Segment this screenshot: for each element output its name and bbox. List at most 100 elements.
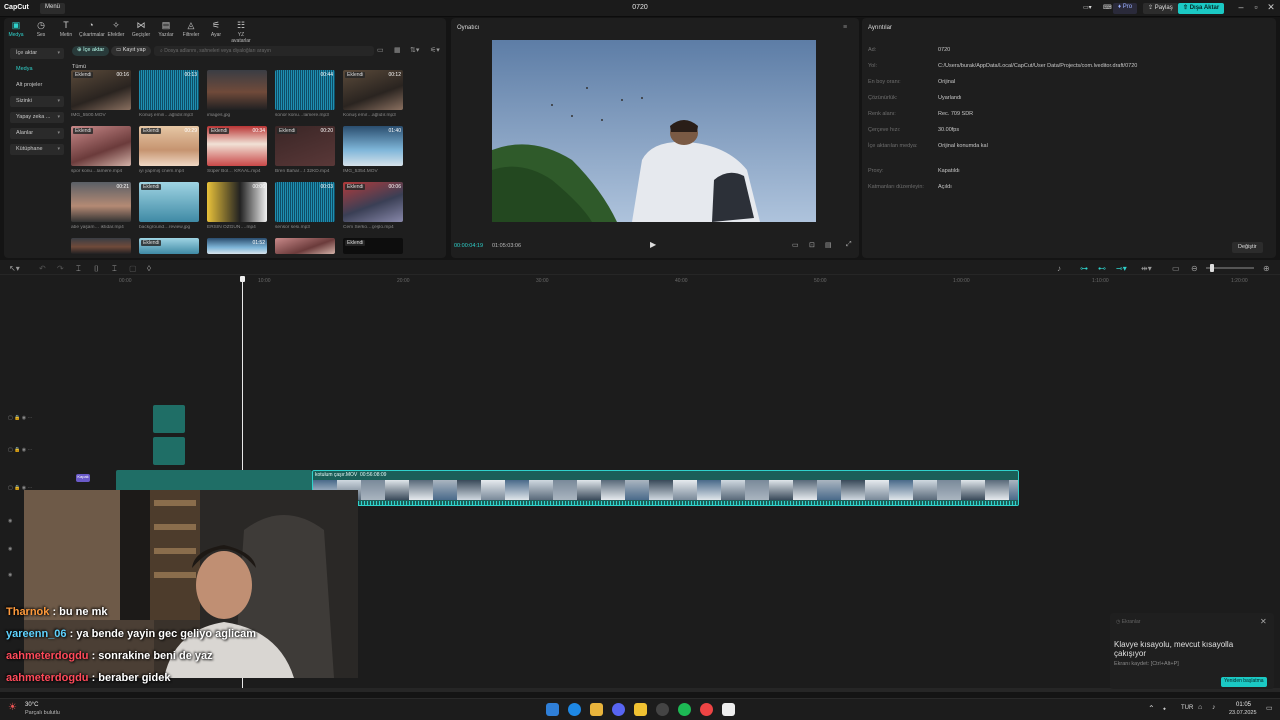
sidebar-item[interactable]: Medya: [10, 64, 64, 75]
preview-quality-icon[interactable]: ▭: [792, 241, 799, 249]
sidebar-item[interactable]: Sizinki ▾: [10, 96, 64, 107]
folder-icon[interactable]: ▭: [377, 46, 384, 54]
link-icon[interactable]: ⊶: [1080, 264, 1088, 273]
split-left-icon[interactable]: ⌷: [94, 264, 99, 274]
main-video-clip[interactable]: kotulum çaşır.MOV 00:56:08:09: [312, 470, 1019, 506]
player-menu-icon[interactable]: ≡: [843, 24, 847, 31]
media-thumbnail[interactable]: 00:44: [275, 70, 335, 110]
media-thumbnail[interactable]: Eklendi 00:20: [275, 126, 335, 166]
select-tool-icon[interactable]: ↖▾: [9, 264, 20, 273]
magnet-icon[interactable]: ⊷: [1098, 264, 1106, 273]
start-icon[interactable]: [546, 703, 559, 716]
overlay-clip[interactable]: [153, 437, 185, 465]
split-icon[interactable]: ⌶: [76, 264, 81, 274]
media-thumbnail[interactable]: [71, 238, 131, 254]
import-button[interactable]: ⊕ İçe aktar: [72, 46, 110, 56]
weather-icon[interactable]: ☀: [8, 702, 17, 713]
media-thumbnail[interactable]: Eklendi 00:06: [343, 182, 403, 222]
pro-button[interactable]: ♦ Pro: [1113, 3, 1138, 14]
media-thumbnail[interactable]: 00:06: [207, 182, 267, 222]
volume-icon[interactable]: ♪: [1212, 704, 1216, 711]
preview-axis-icon[interactable]: ⇹▾: [1141, 264, 1152, 273]
media-thumbnail[interactable]: 01:40: [343, 126, 403, 166]
media-thumbnail[interactable]: Eklendi: [343, 238, 403, 254]
tab-filter[interactable]: ◬ Filtreler: [179, 20, 203, 38]
layout-icon[interactable]: ▭▾: [1078, 3, 1097, 14]
media-search-input[interactable]: ⌕ Dosya adlarını, sahneleri veya diyaloğ…: [154, 46, 374, 56]
redo-icon[interactable]: ↷: [57, 264, 64, 273]
cover-button[interactable]: Kapak: [76, 474, 90, 482]
sidebar-item[interactable]: Alanlar ▾: [10, 128, 64, 139]
share-button[interactable]: ⇪ Paylaş: [1143, 3, 1178, 14]
tray-chevron-icon[interactable]: ⌃: [1148, 704, 1155, 713]
timeline-scrollbar[interactable]: [0, 688, 1280, 692]
spotify-icon[interactable]: [678, 703, 691, 716]
track-controls[interactable]: ▢ 🔒 ◉ ⋯: [8, 415, 32, 421]
play-icon[interactable]: ▶: [650, 240, 656, 249]
menu-button[interactable]: Menü: [40, 3, 66, 14]
media-thumbnail[interactable]: Eklendi: [71, 126, 131, 166]
sidebar-item[interactable]: Alt projeler: [10, 80, 64, 91]
export-button[interactable]: ⇧ Dışa Aktar: [1178, 3, 1225, 14]
clock-time[interactable]: 01:05: [1236, 702, 1251, 708]
sidebar-item[interactable]: Kütüphane ▾: [10, 144, 64, 155]
tab-media[interactable]: ▣ Medya: [4, 20, 28, 38]
capcut-icon[interactable]: [722, 703, 735, 716]
split-right-icon[interactable]: ⌶: [112, 264, 117, 274]
fullscreen-timeline-icon[interactable]: ▭: [1172, 264, 1180, 273]
tab-captions[interactable]: ▤ Yazılar: [154, 20, 178, 38]
toast-close-icon[interactable]: ✕: [1260, 617, 1267, 626]
delete-icon[interactable]: ▢: [129, 264, 137, 273]
toast-button[interactable]: Yeniden başlatma: [1221, 677, 1267, 687]
media-thumbnail[interactable]: Eklendi: [139, 182, 199, 222]
explorer-icon[interactable]: [590, 703, 603, 716]
zoom-slider-handle[interactable]: [1210, 264, 1214, 272]
close-icon[interactable]: ✕: [1264, 2, 1278, 13]
snap-icon[interactable]: ⊸▾: [1116, 264, 1127, 273]
tab-adjust[interactable]: ⚟ Ayar: [204, 20, 228, 38]
sort-icon[interactable]: ⇅▾: [410, 46, 419, 54]
tab-ai-avatar[interactable]: ☷ YZ avatarlar: [229, 20, 253, 44]
sidebar-item[interactable]: İçe aktar ▾: [10, 48, 64, 59]
tray-icon[interactable]: ⬩: [1163, 704, 1166, 714]
media-thumbnail[interactable]: Eklendi: [139, 238, 199, 254]
media-thumbnail[interactable]: 00:13: [139, 70, 199, 110]
chrome-icon[interactable]: [700, 703, 713, 716]
fit-icon[interactable]: ⊡: [809, 241, 815, 249]
overlay-clip[interactable]: [153, 405, 185, 433]
media-thumbnail[interactable]: [207, 70, 267, 110]
media-thumbnail[interactable]: Eklendi 00:12: [343, 70, 403, 110]
grid-view-icon[interactable]: ▦: [394, 46, 401, 54]
undo-icon[interactable]: ↶: [39, 264, 46, 273]
fullscreen-icon[interactable]: ⤢: [846, 241, 852, 249]
track-controls[interactable]: ▢ 🔒 ◉ ⋯: [8, 447, 32, 453]
marker-icon[interactable]: ◊: [147, 264, 151, 273]
edge-icon[interactable]: [568, 703, 581, 716]
tab-effects[interactable]: ✧ Efektler: [104, 20, 128, 38]
video-preview[interactable]: [492, 40, 816, 222]
tab-text[interactable]: T Metin: [54, 20, 78, 38]
media-thumbnail[interactable]: [275, 238, 335, 254]
media-thumbnail[interactable]: Eklendi 00:16: [71, 70, 131, 110]
clock-date[interactable]: 23.07.2025: [1229, 710, 1257, 716]
sidebar-item[interactable]: Yapay zeka ... ▾: [10, 112, 64, 123]
mic-icon[interactable]: ♪: [1057, 264, 1061, 273]
tab-audio[interactable]: ◷ Ses: [29, 20, 53, 38]
minimize-icon[interactable]: –: [1234, 2, 1248, 12]
zoom-out-icon[interactable]: ⊖: [1191, 264, 1198, 273]
notification-icon[interactable]: ▭: [1266, 704, 1273, 712]
discord-icon[interactable]: [612, 703, 625, 716]
media-thumbnail[interactable]: 00:21: [71, 182, 131, 222]
change-button[interactable]: Değiştir: [1232, 242, 1263, 253]
tab-transition[interactable]: ⋈ Geçişler: [129, 20, 153, 38]
language-indicator[interactable]: TUR: [1181, 705, 1193, 711]
audio-track-icon[interactable]: ◉: [8, 572, 12, 578]
audio-track-icon[interactable]: ◉: [8, 518, 12, 524]
network-icon[interactable]: ⌂: [1198, 704, 1202, 711]
media-thumbnail[interactable]: Eklendi 00:29: [139, 126, 199, 166]
media-thumbnail[interactable]: 00:03: [275, 182, 335, 222]
filter-icon[interactable]: ⚟▾: [430, 46, 440, 54]
media-thumbnail[interactable]: 01:52: [207, 238, 267, 254]
tab-sticker[interactable]: ◔ Çıkartmalar: [79, 20, 105, 38]
zoom-slider[interactable]: [1206, 264, 1254, 272]
